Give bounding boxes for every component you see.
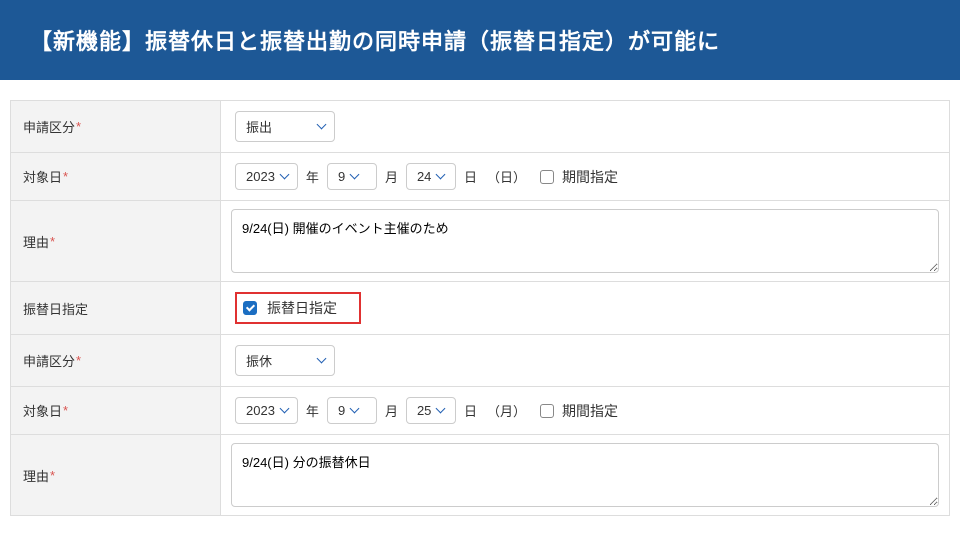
label-target-date-2: 対象日*: [11, 387, 221, 434]
chevron-down-icon: [351, 407, 359, 415]
label-substitute-date: 振替日指定: [11, 282, 221, 334]
value-reason-2: [221, 435, 949, 515]
select-year-2[interactable]: 2023: [235, 397, 298, 424]
checkbox-period-2[interactable]: [540, 404, 554, 418]
chevron-down-icon: [437, 407, 445, 415]
select-day-1[interactable]: 24: [406, 163, 456, 190]
row-application-type-2: 申請区分* 振休: [11, 335, 949, 387]
row-target-date-2: 対象日* 2023 年 9 月 25 日 （月）: [11, 387, 949, 435]
row-substitute-date: 振替日指定 振替日指定: [11, 282, 949, 335]
period-spec-wrap-1: 期間指定: [540, 167, 618, 187]
chevron-down-icon: [437, 173, 445, 181]
select-day-2[interactable]: 25: [406, 397, 456, 424]
period-spec-label-2: 期間指定: [562, 401, 618, 421]
page-title-banner: 【新機能】振替休日と振替出勤の同時申請（振替日指定）が可能に: [0, 0, 960, 80]
textarea-reason-1[interactable]: [231, 209, 939, 273]
value-application-type-1: 振出: [221, 101, 949, 152]
select-month-1[interactable]: 9: [327, 163, 377, 190]
row-reason-1: 理由*: [11, 201, 949, 282]
select-application-type-1[interactable]: 振出: [235, 111, 335, 142]
highlight-substitute: 振替日指定: [235, 292, 361, 324]
select-month-2[interactable]: 9: [327, 397, 377, 424]
select-year-1[interactable]: 2023: [235, 163, 298, 190]
period-spec-wrap-2: 期間指定: [540, 401, 618, 421]
checkbox-period-1[interactable]: [540, 170, 554, 184]
day-suffix: 日: [464, 167, 477, 186]
chevron-down-icon: [281, 173, 289, 181]
select-application-type-2[interactable]: 振休: [235, 345, 335, 376]
row-reason-2: 理由*: [11, 435, 949, 515]
weekday-2: （月）: [487, 401, 526, 420]
label-application-type-1: 申請区分*: [11, 101, 221, 152]
checkbox-substitute[interactable]: [243, 301, 257, 315]
page-title: 【新機能】振替休日と振替出勤の同時申請（振替日指定）が可能に: [30, 29, 720, 54]
chevron-down-icon: [281, 407, 289, 415]
label-target-date-1: 対象日*: [11, 153, 221, 200]
chevron-down-icon: [351, 173, 359, 181]
month-suffix: 月: [385, 167, 398, 186]
weekday-1: （日）: [487, 167, 526, 186]
chevron-down-icon: [318, 357, 326, 365]
label-reason-1: 理由*: [11, 201, 221, 281]
chevron-down-icon: [318, 123, 326, 131]
month-suffix: 月: [385, 401, 398, 420]
required-mark: *: [76, 119, 81, 134]
value-target-date-2: 2023 年 9 月 25 日 （月） 期間指定: [221, 387, 949, 434]
textarea-reason-2[interactable]: [231, 443, 939, 507]
required-mark: *: [50, 468, 55, 483]
period-spec-label-1: 期間指定: [562, 167, 618, 187]
required-mark: *: [63, 403, 68, 418]
year-suffix: 年: [306, 401, 319, 420]
label-application-type-2: 申請区分*: [11, 335, 221, 386]
value-reason-1: [221, 201, 949, 281]
substitute-checkbox-label: 振替日指定: [267, 298, 337, 318]
application-form: 申請区分* 振出 対象日* 2023 年 9: [10, 100, 950, 516]
required-mark: *: [76, 353, 81, 368]
form-container: 申請区分* 振出 対象日* 2023 年 9: [0, 80, 960, 526]
required-mark: *: [50, 234, 55, 249]
day-suffix: 日: [464, 401, 477, 420]
value-target-date-1: 2023 年 9 月 24 日 （日） 期間指定: [221, 153, 949, 200]
value-application-type-2: 振休: [221, 335, 949, 386]
row-target-date-1: 対象日* 2023 年 9 月 24 日 （日）: [11, 153, 949, 201]
row-application-type-1: 申請区分* 振出: [11, 101, 949, 153]
value-substitute-date: 振替日指定: [221, 282, 949, 334]
year-suffix: 年: [306, 167, 319, 186]
required-mark: *: [63, 169, 68, 184]
label-reason-2: 理由*: [11, 435, 221, 515]
